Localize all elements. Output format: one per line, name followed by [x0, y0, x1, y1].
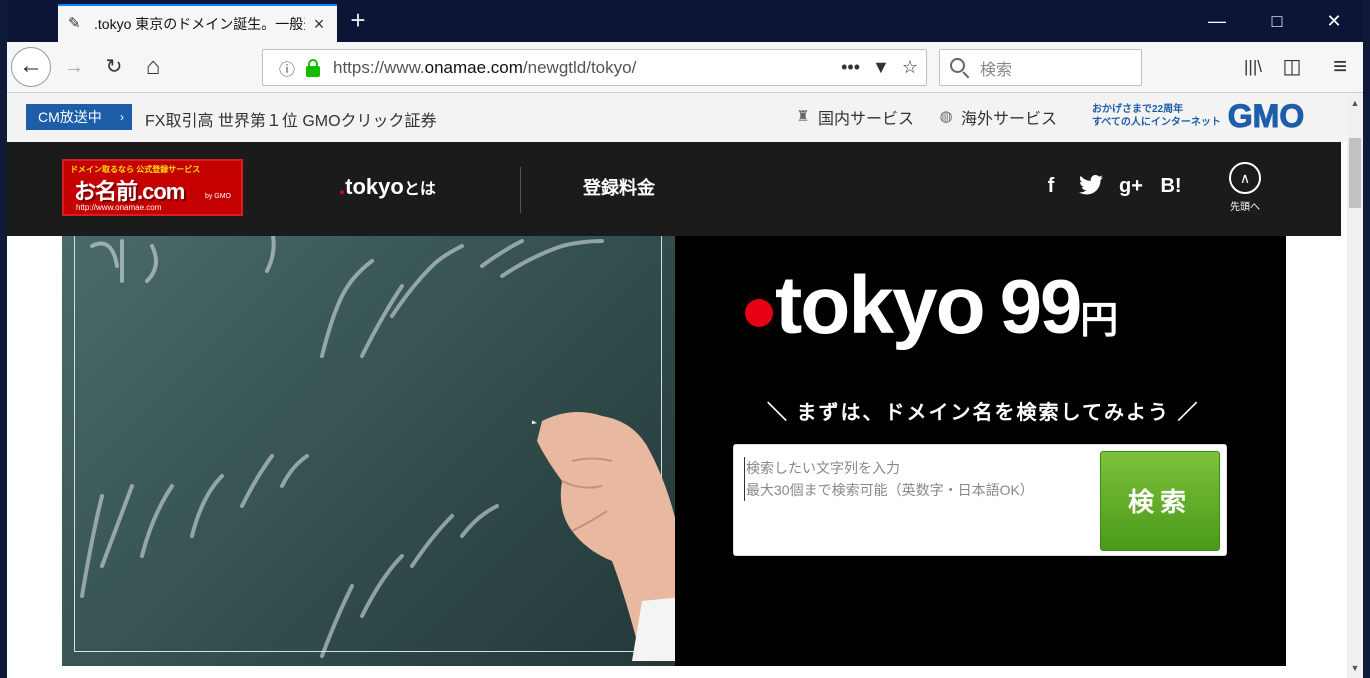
favicon-icon: ✎	[68, 15, 81, 32]
page-actions-icon[interactable]: •••	[841, 57, 860, 78]
gmo-logo[interactable]: GMO	[1207, 99, 1325, 133]
url-bar[interactable]: ⓘ https://www.onamae.com/newgtld/tokyo/ …	[262, 49, 927, 86]
nav-divider	[520, 167, 521, 213]
domain-search-button[interactable]: 検索	[1100, 451, 1220, 551]
tab-active[interactable]: ✎ .tokyo 東京のドメイン誕生。一般登 ×	[58, 4, 337, 42]
home-button[interactable]: ⌂	[138, 52, 168, 82]
globe-icon: ◍	[939, 108, 953, 125]
page-scrollbar[interactable]: ▲ ▼	[1347, 93, 1363, 678]
overseas-services-link[interactable]: ◍ 海外サービス	[937, 105, 1057, 129]
tab-close-icon[interactable]: ×	[311, 14, 327, 35]
pocket-icon[interactable]: ▼	[872, 57, 890, 78]
svg-text:GMO: GMO	[1228, 99, 1304, 133]
japan-map-icon: ♜	[796, 108, 810, 125]
red-dot-mark	[745, 299, 773, 327]
forward-button[interactable]: →	[59, 52, 89, 82]
browser-window: ✎ .tokyo 東京のドメイン誕生。一般登 × + — □ ✕ ← → ↻ ⌂…	[0, 0, 1370, 678]
library-icon[interactable]: |||\	[1238, 52, 1268, 82]
search-tagline: ＼ まずは、ドメイン名を検索してみよう ／	[767, 402, 1200, 424]
bookmark-star-icon[interactable]: ☆	[902, 57, 918, 78]
facebook-icon[interactable]: f	[1037, 175, 1065, 198]
menu-icon[interactable]: ≡	[1325, 52, 1355, 82]
google-plus-icon[interactable]: g+	[1117, 175, 1145, 198]
fx-link[interactable]: FX取引高 世界第１位 GMOクリック証券	[145, 107, 437, 131]
tab-title: .tokyo 東京のドメイン誕生。一般登	[94, 16, 305, 32]
domain-search-input[interactable]: 検索したい文字列を入力 最大30個まで検索可能（英数字・日本語OK）	[744, 457, 1034, 501]
nav-tokyo-about[interactable]: .tokyoとは	[339, 174, 436, 200]
onamae-logo[interactable]: ドメイン取るなら 公式登録サービス お名前.com http://www.ona…	[62, 159, 243, 216]
page-viewport: CM放送中 › FX取引高 世界第１位 GMOクリック証券 ♜ 国内サービス ◍…	[7, 93, 1347, 678]
tab-strip: ✎ .tokyo 東京のドメイン誕生。一般登 × + — □ ✕	[7, 0, 1363, 42]
minimize-button[interactable]: —	[1197, 6, 1237, 36]
search-bar[interactable]: 検索	[939, 49, 1142, 86]
reload-button[interactable]: ↻	[99, 52, 129, 82]
hand-with-chalk	[532, 412, 692, 661]
sidebar-icon[interactable]: ◫	[1277, 52, 1307, 82]
back-button[interactable]: ←	[11, 47, 51, 87]
chevron-up-icon: ∧	[1229, 162, 1261, 194]
lock-icon[interactable]	[303, 58, 323, 77]
scroll-thumb[interactable]	[1349, 138, 1361, 208]
search-icon	[948, 56, 972, 80]
nav-pricing[interactable]: 登録料金	[583, 174, 655, 200]
url-text[interactable]: https://www.onamae.com/newgtld/tokyo/	[333, 58, 841, 78]
promo-panel: tokyo 99円 ＼ まずは、ドメイン名を検索してみよう ／ 検索したい文字列を…	[675, 236, 1286, 666]
back-to-top-button[interactable]: ∧ 先頭へ	[1225, 162, 1265, 213]
domestic-services-link[interactable]: ♜ 国内サービス	[794, 105, 914, 129]
new-tab-button[interactable]: +	[345, 7, 371, 34]
browser-frame: ✎ .tokyo 東京のドメイン誕生。一般登 × + — □ ✕ ← → ↻ ⌂…	[7, 0, 1363, 678]
info-icon[interactable]: ⓘ	[275, 56, 299, 80]
hero-banner: tokyo 99円 ＼ まずは、ドメイン名を検索してみよう ／ 検索したい文字列を…	[62, 236, 1286, 666]
site-header: ドメイン取るなら 公式登録サービス お名前.com http://www.ona…	[7, 142, 1341, 236]
chalkboard-photo	[62, 236, 692, 666]
close-window-button[interactable]: ✕	[1314, 6, 1354, 36]
scroll-up-icon[interactable]: ▲	[1347, 95, 1363, 111]
gmo-top-bar: CM放送中 › FX取引高 世界第１位 GMOクリック証券 ♜ 国内サービス ◍…	[7, 93, 1347, 142]
search-placeholder: 検索	[980, 61, 1013, 79]
chevron-right-icon: ›	[120, 110, 124, 124]
domain-search-box: 検索したい文字列を入力 最大30個まで検索可能（英数字・日本語OK） 検索	[733, 444, 1227, 556]
cm-button[interactable]: CM放送中 ›	[26, 104, 132, 130]
maximize-button[interactable]: □	[1257, 6, 1297, 36]
promo-title: tokyo 99円	[745, 256, 1118, 371]
hatena-bookmark-icon[interactable]: B!	[1157, 175, 1185, 198]
gmo-anniversary-tag: おかげさまで22周年 すべての人にインターネット	[1092, 104, 1221, 128]
navigation-toolbar: ← → ↻ ⌂ ⓘ https://www.onamae.com/newgtld…	[7, 42, 1363, 93]
twitter-icon[interactable]	[1077, 174, 1105, 201]
scroll-down-icon[interactable]: ▼	[1347, 660, 1363, 676]
